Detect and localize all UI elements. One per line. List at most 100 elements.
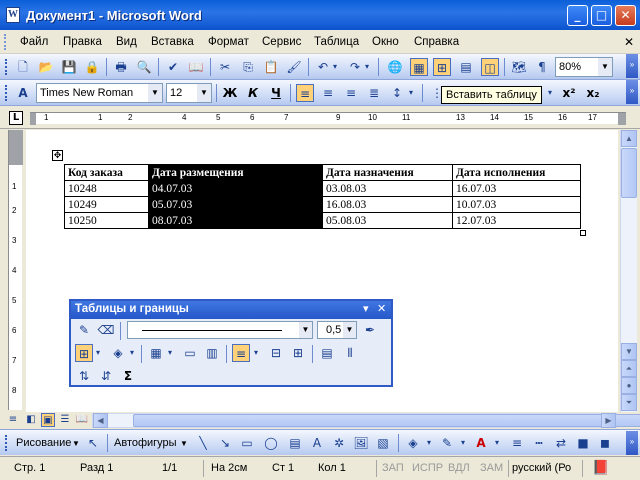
previous-page-icon[interactable]: ⏶ <box>621 360 637 377</box>
menu-tools[interactable]: Сервис <box>262 36 301 48</box>
horizontal-scrollbar[interactable]: ◀ ▶ <box>92 413 640 428</box>
diagram-icon[interactable]: ✲ <box>330 434 348 452</box>
status-track-changes[interactable]: ИСПР <box>412 462 443 474</box>
outline-view-icon[interactable]: ☰ <box>58 413 72 427</box>
table-cell[interactable]: 12.07.03 <box>452 212 581 229</box>
chevron-down-icon[interactable]: ▼ <box>197 84 211 102</box>
table-cell[interactable]: 10.07.03 <box>452 196 581 213</box>
border-color-icon[interactable]: ✒ <box>361 321 379 339</box>
menu-window[interactable]: Окно <box>372 36 399 48</box>
merge-cells-icon[interactable]: ▭ <box>181 344 199 362</box>
align-left-icon[interactable]: ≡ <box>296 84 314 102</box>
underline-button[interactable]: Ч <box>267 84 285 102</box>
wordart-icon[interactable]: A <box>308 434 326 452</box>
font-name-select[interactable]: Times New Roman ▼ <box>36 83 163 103</box>
reading-view-icon[interactable]: 📖 <box>75 413 89 427</box>
status-extend[interactable]: ВДЛ <box>448 462 470 474</box>
chevron-down-icon[interactable]: ▼ <box>148 84 162 102</box>
font-color-icon[interactable]: A <box>472 434 490 452</box>
tables-borders-icon[interactable]: ▦ <box>410 58 428 76</box>
table-cell[interactable]: 04.07.03 <box>148 180 323 197</box>
insert-table-icon[interactable]: ⊞ <box>433 58 451 76</box>
new-document-icon[interactable]: 🗋 <box>14 58 32 76</box>
menu-edit[interactable]: Правка <box>63 36 102 48</box>
font-size-select[interactable]: 12 ▼ <box>166 83 212 103</box>
distribute-rows-icon[interactable]: ⊟ <box>267 344 285 362</box>
line-spacing-icon[interactable]: ↕ <box>388 84 406 102</box>
line-color-icon[interactable]: ✎ <box>438 434 456 452</box>
open-folder-icon[interactable]: 📂 <box>37 58 55 76</box>
panel-title-bar[interactable]: Таблицы и границы ▾ ✕ <box>71 301 391 319</box>
select-objects-icon[interactable]: ↖ <box>84 434 102 452</box>
dash-style-icon[interactable]: ┅ <box>530 434 548 452</box>
align-right-icon[interactable]: ≡ <box>342 84 360 102</box>
table-cell[interactable]: 08.07.03 <box>148 212 323 229</box>
align-cell-icon[interactable]: ≡ <box>232 344 250 362</box>
chevron-down-icon[interactable]: ▼ <box>72 439 80 448</box>
toolbar-options-icon[interactable]: » <box>626 80 638 104</box>
menu-format[interactable]: Формат <box>208 36 249 48</box>
shading-dropdown-icon[interactable]: ▾ <box>127 344 137 362</box>
undo-dropdown-icon[interactable]: ▾ <box>330 58 340 76</box>
superscript-icon[interactable]: x² <box>560 84 578 102</box>
table-autoformat-icon[interactable]: ▤ <box>318 344 336 362</box>
3d-style-icon[interactable]: ◼ <box>596 434 614 452</box>
bold-button[interactable]: Ж <box>221 84 239 102</box>
font-color-dropdown-icon[interactable]: ▾ <box>545 84 555 102</box>
table-move-handle-icon[interactable]: ✥ <box>52 150 63 161</box>
menu-view[interactable]: Вид <box>116 36 137 48</box>
insert-excel-icon[interactable]: ▤ <box>457 58 475 76</box>
draw-table-icon[interactable]: ✎ <box>75 321 93 339</box>
text-direction-icon[interactable]: ⫴ <box>341 344 359 362</box>
table-cell[interactable]: 10249 <box>64 196 149 213</box>
line-icon[interactable]: ╲ <box>194 434 212 452</box>
font-color-dropdown-icon[interactable]: ▾ <box>492 434 502 452</box>
clip-art-icon[interactable]: 🖼 <box>352 434 370 452</box>
panel-close-icon[interactable]: ✕ <box>377 302 386 315</box>
justify-icon[interactable]: ≣ <box>365 84 383 102</box>
print-preview-icon[interactable]: 🔍 <box>135 58 153 76</box>
table-cell[interactable]: 16.08.03 <box>322 196 453 213</box>
line-style-select[interactable]: ▼ <box>127 321 313 339</box>
permission-icon[interactable]: 🔒 <box>83 58 101 76</box>
table-header-cell[interactable]: Дата назначения <box>322 164 453 181</box>
align-center-icon[interactable]: ≡ <box>319 84 337 102</box>
tab-selector-icon[interactable]: L <box>9 111 23 125</box>
ruler-track[interactable]: 1 1 2 4 5 6 7 9 10 11 13 14 15 16 17 <box>30 112 626 125</box>
eraser-icon[interactable]: ⌫ <box>97 321 115 339</box>
status-record[interactable]: ЗАП <box>382 462 404 474</box>
cut-icon[interactable]: ✂ <box>216 58 234 76</box>
orders-table[interactable]: Код заказа Дата размещения Дата назначен… <box>64 164 581 229</box>
table-cell[interactable]: 10248 <box>64 180 149 197</box>
scroll-up-icon[interactable]: ▲ <box>621 130 637 147</box>
split-cells-icon[interactable]: ▥ <box>203 344 221 362</box>
table-cell[interactable]: 10250 <box>64 212 149 229</box>
borders-dropdown-icon[interactable]: ▾ <box>93 344 103 362</box>
align-cell-dropdown-icon[interactable]: ▾ <box>251 344 261 362</box>
table-header-cell[interactable]: Код заказа <box>64 164 149 181</box>
minimize-button[interactable]: _ <box>567 5 588 26</box>
scroll-down-icon[interactable]: ▼ <box>621 343 637 360</box>
autoshapes-menu-button[interactable]: Автофигуры <box>114 437 177 449</box>
scroll-left-icon[interactable]: ◀ <box>93 413 108 428</box>
insert-table-icon[interactable]: ▦ <box>147 344 165 362</box>
hyperlink-icon[interactable]: 🌐 <box>386 58 404 76</box>
word-app-icon[interactable]: W <box>6 7 20 23</box>
zoom-select[interactable]: 80% ▼ <box>555 57 613 77</box>
web-view-icon[interactable]: ◧ <box>24 413 38 427</box>
menu-insert[interactable]: Вставка <box>151 36 194 48</box>
menu-grip-icon[interactable] <box>4 34 7 50</box>
columns-icon[interactable]: ◫ <box>481 58 499 76</box>
borders-icon[interactable]: ⊞ <box>75 344 93 362</box>
fill-color-icon[interactable]: ◈ <box>404 434 422 452</box>
line-spacing-dropdown-icon[interactable]: ▾ <box>406 84 416 102</box>
document-close-icon[interactable]: ✕ <box>624 35 634 49</box>
spelling-icon[interactable]: ✔ <box>164 58 182 76</box>
picture-icon[interactable]: ▧ <box>374 434 392 452</box>
autosum-icon[interactable]: Σ <box>119 367 137 385</box>
distribute-columns-icon[interactable]: ⊞ <box>289 344 307 362</box>
menu-file[interactable]: Файл <box>20 36 48 48</box>
redo-dropdown-icon[interactable]: ▾ <box>362 58 372 76</box>
scroll-right-icon[interactable]: ▶ <box>601 413 616 428</box>
scroll-thumb[interactable] <box>621 148 637 198</box>
